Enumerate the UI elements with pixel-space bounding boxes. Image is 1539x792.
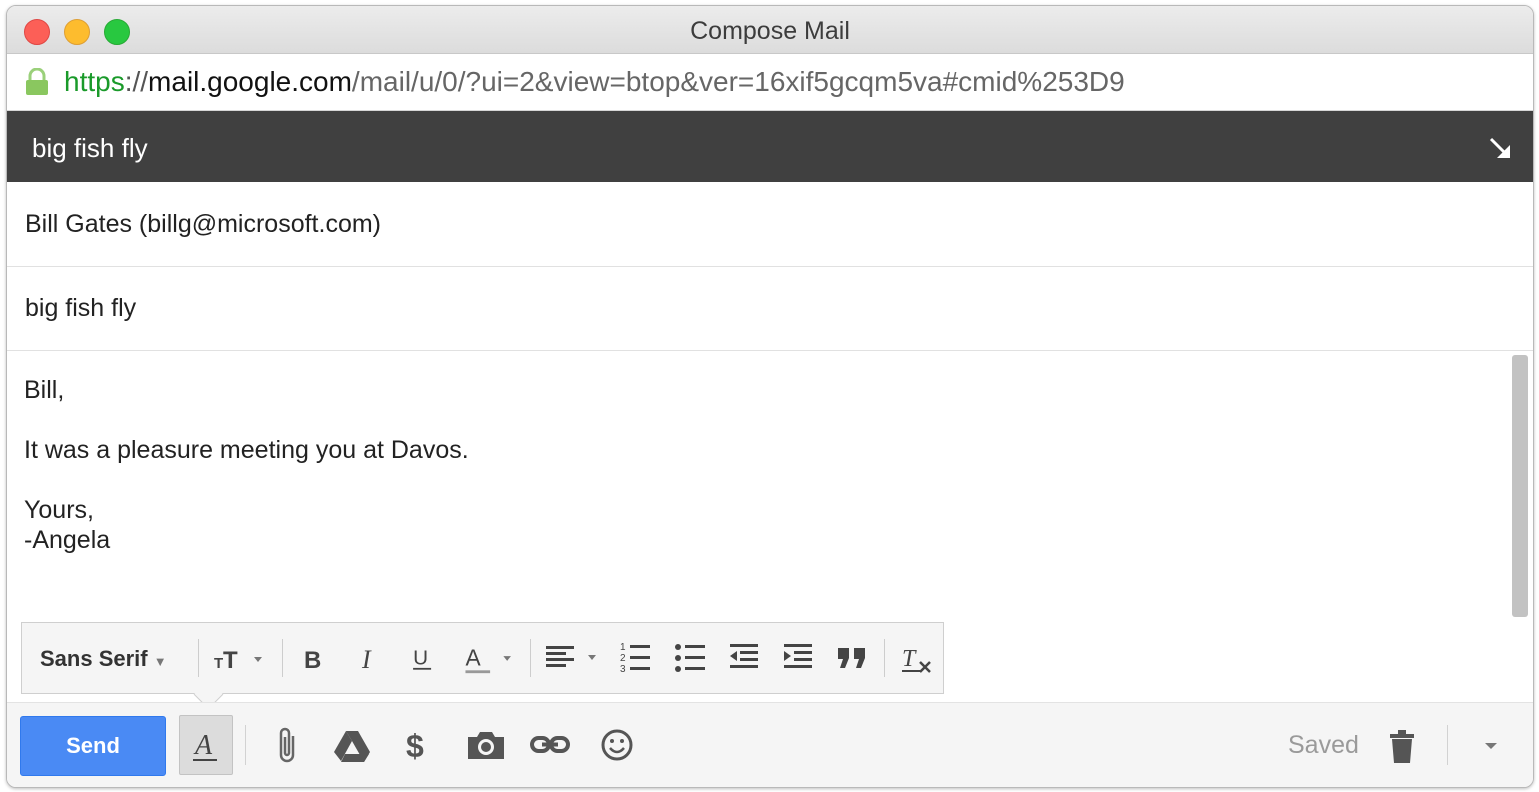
- title-bar: Compose Mail: [7, 6, 1533, 54]
- subject-field-row: [7, 267, 1533, 351]
- send-button[interactable]: Send: [20, 716, 166, 776]
- compose-header: big fish fly: [7, 111, 1533, 182]
- divider: [282, 639, 283, 677]
- url-text: https://mail.google.com/mail/u/0/?ui=2&v…: [64, 54, 1125, 110]
- divider: [1447, 725, 1448, 765]
- svg-text:2: 2: [620, 653, 626, 664]
- bulleted-list-icon[interactable]: [674, 640, 706, 676]
- svg-text:1: 1: [620, 642, 626, 653]
- body-signature: -Angela: [24, 526, 111, 554]
- body-scrollbar-thumb[interactable]: [1512, 355, 1528, 617]
- indent-less-icon[interactable]: [728, 640, 760, 676]
- svg-text:A: A: [465, 645, 481, 671]
- divider: [198, 639, 199, 677]
- address-bar[interactable]: https://mail.google.com/mail/u/0/?ui=2&v…: [7, 54, 1533, 111]
- popout-arrow-icon[interactable]: [1487, 135, 1515, 163]
- url-host: mail.google.com: [148, 66, 352, 97]
- numbered-list-icon[interactable]: 123: [620, 640, 652, 676]
- window-title: Compose Mail: [690, 17, 850, 45]
- divider: [530, 639, 531, 677]
- compose-bottom-bar: Send A $ Saved: [7, 702, 1533, 787]
- to-field-row: [7, 183, 1533, 267]
- align-icon[interactable]: [546, 640, 604, 676]
- link-icon[interactable]: [530, 725, 570, 765]
- url-path: /mail/u/0/?ui=2&view=btop&ver=16xif5gcqm…: [351, 66, 1125, 97]
- svg-text:3: 3: [620, 664, 626, 675]
- svg-text:B: B: [304, 647, 321, 674]
- svg-text:T: T: [214, 655, 223, 672]
- compose-header-title: big fish fly: [32, 133, 148, 163]
- body-greeting: Bill,: [24, 376, 65, 404]
- money-icon[interactable]: $: [405, 725, 429, 765]
- emoji-icon[interactable]: [599, 725, 635, 765]
- font-size-icon[interactable]: T T: [214, 640, 272, 676]
- svg-text:T: T: [223, 647, 238, 674]
- font-family-label: Sans Serif: [40, 646, 148, 671]
- svg-text:I: I: [361, 645, 372, 674]
- photo-icon[interactable]: [466, 725, 506, 765]
- body-closing: Yours,: [24, 496, 94, 524]
- font-family-select[interactable]: Sans Serif ▼: [40, 646, 167, 682]
- underline-icon[interactable]: U: [410, 640, 436, 676]
- svg-text:T: T: [902, 646, 917, 672]
- lock-icon: [26, 68, 48, 95]
- remove-formatting-icon[interactable]: T: [900, 640, 934, 676]
- formatting-toolbar: Sans Serif ▼ T T B I U A 123 T: [21, 622, 944, 710]
- divider: [245, 725, 246, 765]
- to-field[interactable]: [25, 183, 1515, 266]
- drive-icon[interactable]: [333, 725, 371, 765]
- text-color-icon[interactable]: A: [462, 640, 522, 676]
- body-text: It was a pleasure meeting you at Davos.: [24, 436, 469, 464]
- url-scheme: https: [64, 66, 125, 97]
- attach-icon[interactable]: [273, 725, 301, 765]
- formatting-options-button[interactable]: A: [179, 715, 233, 775]
- chevron-down-icon: ▼: [153, 654, 167, 669]
- trash-icon[interactable]: [1388, 727, 1416, 767]
- saved-status: Saved: [1288, 731, 1359, 759]
- formatting-options-icon: A: [193, 730, 217, 761]
- more-options-icon[interactable]: [1482, 737, 1500, 755]
- url-separator: ://: [124, 66, 149, 97]
- svg-text:$: $: [406, 728, 424, 764]
- svg-text:U: U: [413, 646, 428, 669]
- divider: [884, 639, 885, 677]
- subject-field[interactable]: [25, 267, 1515, 350]
- compose-window: Compose Mail https://mail.google.com/mai…: [6, 5, 1534, 788]
- italic-icon[interactable]: I: [358, 640, 382, 676]
- quote-icon[interactable]: [836, 640, 870, 676]
- bold-icon[interactable]: B: [302, 640, 326, 676]
- indent-more-icon[interactable]: [782, 640, 814, 676]
- svg-text:A: A: [193, 730, 213, 761]
